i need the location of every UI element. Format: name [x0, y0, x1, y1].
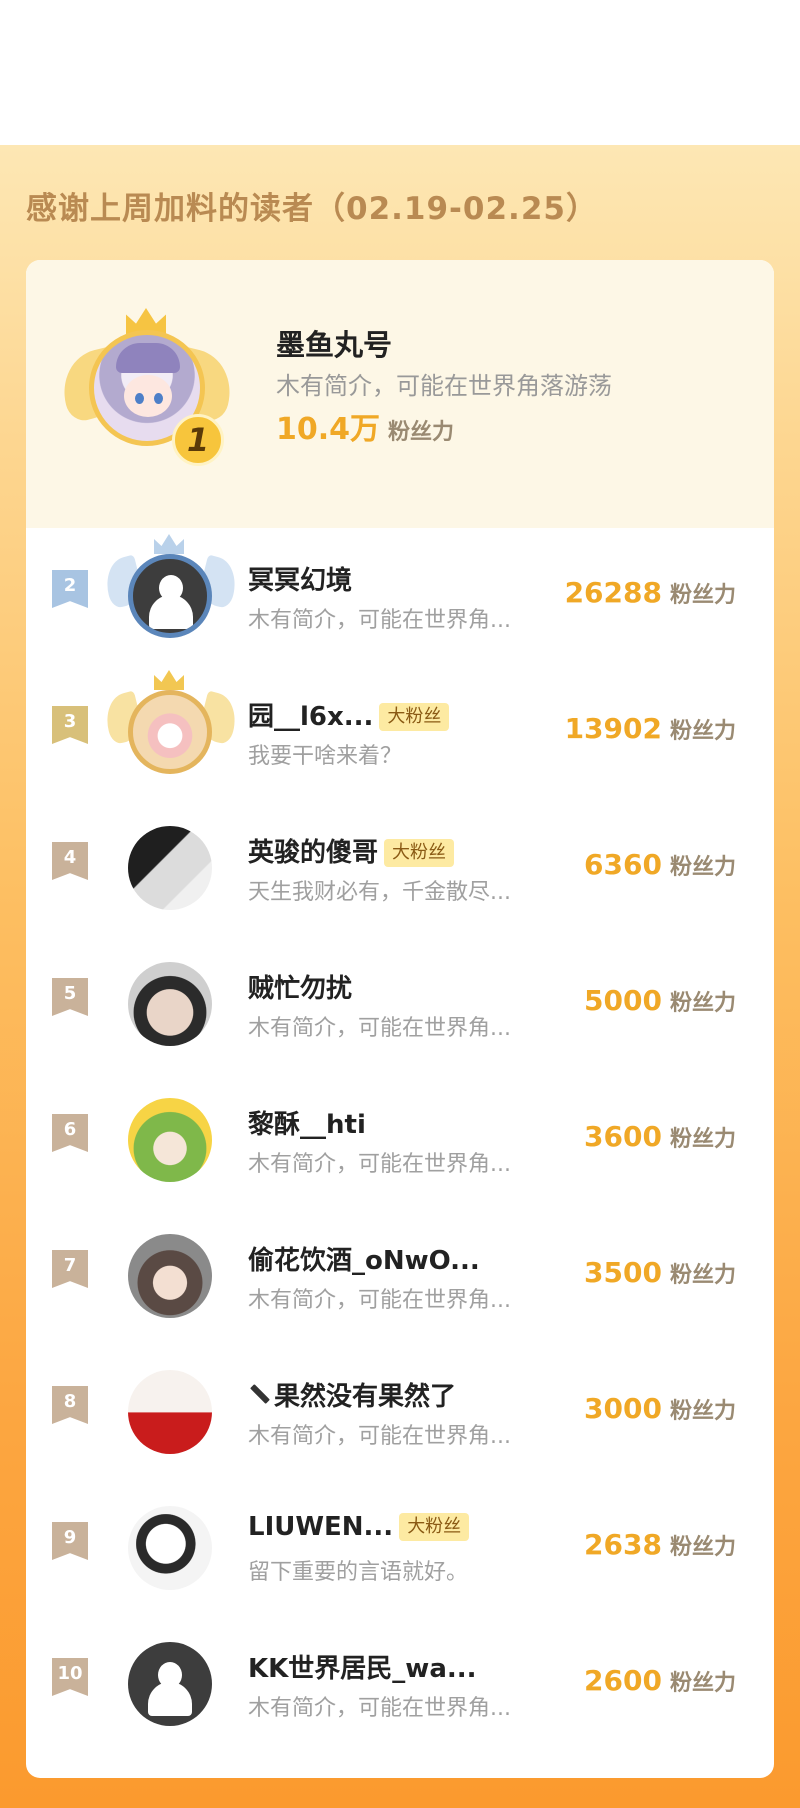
big-fan-tag: 大粉丝: [384, 839, 455, 867]
fan-score-unit: 粉丝力: [669, 1399, 736, 1424]
user-name-text: 英骏的傻哥: [248, 838, 379, 868]
fan-score-unit: 粉丝力: [669, 1263, 736, 1288]
avatar[interactable]: [128, 1370, 212, 1454]
rank-flag: 10: [52, 1658, 88, 1696]
user-bio: 木有简介，可能在世界角...: [248, 1288, 511, 1313]
top1-entry[interactable]: 1 墨鱼丸号 木有简介，可能在世界角落游荡 10.4万 粉丝力: [26, 260, 774, 528]
crown-icon: [154, 534, 184, 554]
avatar[interactable]: [128, 690, 212, 774]
ranking-row[interactable]: 2 冥冥幻境 木有简介，可能在世界角... 26288 粉丝力: [26, 528, 774, 664]
top1-avatar-frame: 1: [54, 308, 240, 468]
user-name[interactable]: KK世界居民_wa...: [248, 1648, 477, 1685]
user-bio: 木有简介，可能在世界角...: [248, 1152, 511, 1177]
fan-score-value: 3500: [584, 1256, 662, 1289]
avatar[interactable]: [128, 1098, 212, 1182]
ranking-row[interactable]: 8 果然没有果然了 木有简介，可能在世界角... 3000 粉丝力: [26, 1344, 774, 1480]
user-bio: 木有简介，可能在世界角...: [248, 608, 511, 633]
big-fan-tag: 大粉丝: [379, 703, 450, 731]
fan-score: 10.4万 粉丝力: [276, 404, 454, 448]
fan-score-unit: 粉丝力: [669, 1671, 736, 1696]
user-name[interactable]: 墨鱼丸号: [276, 322, 392, 364]
fan-score: 2638 粉丝力: [584, 1528, 736, 1561]
fan-score: 3000 粉丝力: [584, 1392, 736, 1425]
rank-flag: 7: [52, 1250, 88, 1288]
fan-score: 6360 粉丝力: [584, 848, 736, 881]
rank-flag: 5: [52, 978, 88, 1016]
ranking-row[interactable]: 10 KK世界居民_wa... 木有简介，可能在世界角... 2600 粉丝力: [26, 1616, 774, 1752]
fan-score-value: 3600: [584, 1120, 662, 1153]
user-name-text: 果然没有果然了: [274, 1382, 457, 1412]
fan-score: 13902 粉丝力: [565, 712, 736, 745]
user-name[interactable]: LIUWEN... 大粉丝: [248, 1512, 470, 1542]
rank-flag: 9: [52, 1522, 88, 1560]
user-bio: 天生我财必有，千金散尽...: [248, 880, 511, 905]
crown-icon: [154, 670, 184, 690]
rank-flag: 6: [52, 1114, 88, 1152]
fan-ranking-board: 感谢上周加料的读者（02.19-02.25） 1 墨鱼丸号 木有简介，可能在世界…: [0, 145, 800, 1808]
user-bio: 我要干啥来着？: [248, 744, 403, 769]
fan-score-unit: 粉丝力: [388, 420, 455, 445]
fan-score: 5000 粉丝力: [584, 984, 736, 1017]
avatar[interactable]: [128, 554, 212, 638]
ranking-row[interactable]: 4 英骏的傻哥 大粉丝 天生我财必有，千金散尽... 6360 粉丝力: [26, 800, 774, 936]
ranking-row[interactable]: 6 黎酥__hti 木有简介，可能在世界角... 3600 粉丝力: [26, 1072, 774, 1208]
fan-score: 2600 粉丝力: [584, 1664, 736, 1697]
fan-score-unit: 粉丝力: [669, 855, 736, 880]
rank-flag: 2: [52, 570, 88, 608]
fan-score-unit: 粉丝力: [669, 719, 736, 744]
fan-score: 26288 粉丝力: [565, 576, 736, 609]
fan-score-value: 26288: [564, 576, 662, 609]
fan-score-value: 2600: [584, 1664, 662, 1697]
fan-score-unit: 粉丝力: [669, 583, 736, 608]
user-name[interactable]: 贼忙勿扰: [248, 968, 352, 1005]
avatar[interactable]: [128, 1234, 212, 1318]
ranking-row[interactable]: 5 贼忙勿扰 木有简介，可能在世界角... 5000 粉丝力: [26, 936, 774, 1072]
fan-score-unit: 粉丝力: [669, 1535, 736, 1560]
fan-score-value: 10.4万: [276, 412, 381, 447]
ranking-row[interactable]: 7 偷花饮酒_oNwO... 木有简介，可能在世界角... 3500 粉丝力: [26, 1208, 774, 1344]
top-blank-area: [0, 0, 800, 145]
avatar[interactable]: [128, 1506, 212, 1590]
user-bio: 木有简介，可能在世界角落游荡: [276, 372, 612, 400]
fan-score-value: 13902: [564, 712, 662, 745]
avatar[interactable]: [128, 962, 212, 1046]
user-bio: 木有简介，可能在世界角...: [248, 1424, 511, 1449]
user-name[interactable]: 英骏的傻哥 大粉丝: [248, 832, 455, 869]
rank-flag: 4: [52, 842, 88, 880]
fan-score-value: 2638: [584, 1528, 662, 1561]
rank-flag: 8: [52, 1386, 88, 1424]
fan-score-value: 6360: [584, 848, 662, 881]
user-name[interactable]: 偷花饮酒_oNwO...: [248, 1240, 480, 1277]
fan-score-unit: 粉丝力: [669, 1127, 736, 1152]
user-bio: 木有简介，可能在世界角...: [248, 1696, 511, 1721]
fan-score-value: 5000: [584, 984, 662, 1017]
user-name[interactable]: 园__l6x... 大粉丝: [248, 696, 450, 733]
user-name[interactable]: 黎酥__hti: [248, 1104, 366, 1141]
user-bio: 留下重要的言语就好。: [248, 1560, 469, 1585]
user-name[interactable]: 果然没有果然了: [248, 1376, 456, 1413]
fan-score-value: 3000: [584, 1392, 662, 1425]
user-name-text: 园__l6x...: [248, 702, 374, 732]
fan-score: 3600 粉丝力: [584, 1120, 736, 1153]
big-fan-tag: 大粉丝: [399, 1513, 470, 1541]
fan-score: 3500 粉丝力: [584, 1256, 736, 1289]
fan-score-unit: 粉丝力: [669, 991, 736, 1016]
ranking-row[interactable]: 3 园__l6x... 大粉丝 我要干啥来着？ 13902 粉丝力: [26, 664, 774, 800]
avatar[interactable]: [128, 1642, 212, 1726]
board-title: 感谢上周加料的读者（02.19-02.25）: [26, 191, 598, 227]
user-name[interactable]: 冥冥幻境: [248, 560, 352, 597]
pencil-icon: [248, 1385, 270, 1407]
ranking-card: 1 墨鱼丸号 木有简介，可能在世界角落游荡 10.4万 粉丝力 2 冥冥幻境 木有…: [26, 260, 774, 1778]
rank-flag: 3: [52, 706, 88, 744]
user-bio: 木有简介，可能在世界角...: [248, 1016, 511, 1041]
rank-badge: 1: [172, 414, 224, 466]
avatar[interactable]: [128, 826, 212, 910]
ranking-row[interactable]: 9 LIUWEN... 大粉丝 留下重要的言语就好。 2638 粉丝力: [26, 1480, 774, 1616]
user-name-text: LIUWEN...: [248, 1512, 394, 1542]
